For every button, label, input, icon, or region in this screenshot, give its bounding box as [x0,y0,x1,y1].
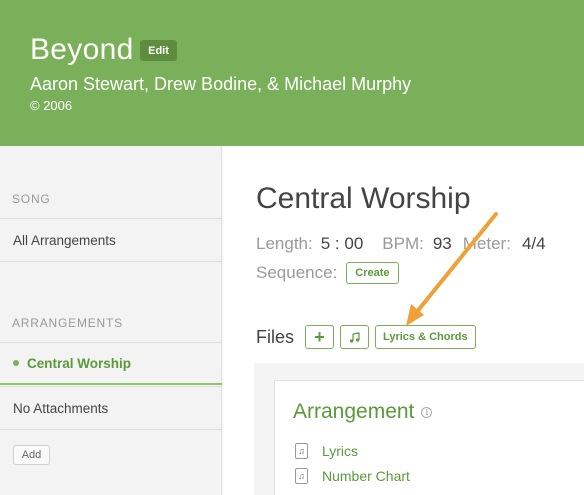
length-label: Length: [256,234,313,253]
song-authors: Aaron Stewart, Drew Bodine, & Michael Mu… [30,74,412,94]
files-toolbar: Files + Lyrics & Chords [256,325,482,349]
sidebar-item-central-worship[interactable]: Central Worship [0,342,222,385]
plus-icon: + [314,326,325,347]
file-link-label: Lyrics [322,443,359,459]
arrangement-panel: Arrangement i ♫ Lyrics ♫ Number Chart [254,363,584,495]
card-title-text: Arrangement [293,400,415,423]
lyrics-chords-button[interactable]: Lyrics & Chords [375,325,476,349]
add-arrangement-button[interactable]: Add [13,445,50,465]
sidebar-section-arrangements: ARRANGEMENTS [12,316,123,330]
sidebar: SONG All Arrangements ARRANGEMENTS Centr… [0,146,222,495]
file-icon: ♫ [295,443,308,459]
bpm-value[interactable]: 93 [433,234,452,254]
sidebar-divider [0,261,222,262]
length-value[interactable]: 5 : 00 [321,234,364,254]
create-sequence-button[interactable]: Create [346,262,399,284]
file-link-label: Number Chart [322,468,410,484]
card-title: Arrangement i [293,400,433,424]
arrangement-meta: Length: 5 : 00 BPM: 93 Meter: 4/4 [256,234,546,254]
edit-song-button[interactable]: Edit [140,40,177,61]
file-link-number-chart[interactable]: ♫ Number Chart [295,468,410,484]
sidebar-item-all-arrangements[interactable]: All Arrangements [0,218,222,261]
sidebar-divider [0,429,222,430]
meter-value[interactable]: 4/4 [522,234,546,254]
sidebar-item-label: No Attachments [13,400,109,416]
sequence-label: Sequence: [256,263,338,282]
info-icon[interactable]: i [421,406,433,418]
file-link-lyrics[interactable]: ♫ Lyrics [295,443,358,459]
add-file-button[interactable]: + [305,325,335,349]
arrangement-title: Central Worship [256,182,471,215]
file-icon: ♫ [295,468,308,484]
sidebar-item-label: Central Worship [27,355,132,371]
meter-label: Meter: [462,234,511,253]
song-header: Beyond Edit Aaron Stewart, Drew Bodine, … [0,0,584,146]
sidebar-item-no-attachments[interactable]: No Attachments [0,386,222,429]
sidebar-item-label: All Arrangements [13,232,116,248]
sidebar-section-song: SONG [12,192,51,206]
music-note-icon [350,331,360,343]
files-label: Files [256,326,295,347]
active-dot-icon [13,360,19,366]
add-chart-button[interactable] [340,325,370,349]
sequence-row: Sequence: Create [256,262,399,284]
arrangement-card: Arrangement i ♫ Lyrics ♫ Number Chart [274,380,584,495]
main-content: Central Worship Length: 5 : 00 BPM: 93 M… [223,146,584,495]
song-title: Beyond [30,33,134,66]
song-copyright: © 2006 [30,98,73,113]
bpm-label: BPM: [382,234,424,253]
